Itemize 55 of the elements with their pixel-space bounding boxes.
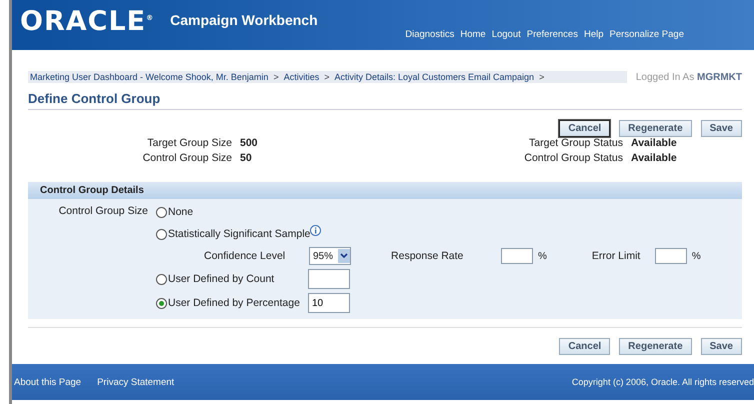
summary-value: 50: [240, 152, 253, 164]
unit-text: %: [538, 250, 547, 262]
radio-button[interactable]: [156, 298, 167, 308]
form-button[interactable]: Save: [700, 338, 742, 355]
greater-than-glyph: >: [539, 72, 544, 82]
footer-link[interactable]: About this Page: [14, 376, 82, 388]
field-label: Control Group Size: [58, 204, 149, 219]
radio-button[interactable]: [156, 274, 167, 284]
copyright-text: Copyright (c) 2006, Oracle. All rights reserved: [572, 377, 754, 387]
error-limit-field[interactable]: [654, 248, 687, 264]
option-label: Statistically Significant Sample: [168, 228, 310, 240]
form-button[interactable]: Regenerate: [619, 120, 692, 137]
app-title: Campaign Workbench: [169, 11, 318, 30]
confidence-select[interactable]: 95%: [309, 247, 352, 265]
greater-than-glyph: >: [273, 72, 279, 82]
summary-label: Target Group Size: [146, 137, 232, 149]
breadcrumb-link[interactable]: Activity Details: Loyal Customers Email Campaign: [334, 72, 534, 82]
field-label: Response Rate: [391, 250, 464, 262]
form-button[interactable]: Cancel: [559, 338, 610, 355]
global-link[interactable]: Help: [584, 29, 604, 40]
logged-in-text: Logged In As MGRMKT: [636, 72, 742, 82]
summary-label: Control Group Size: [142, 152, 232, 164]
unit-text: %: [692, 250, 701, 262]
chevron-down-icon: [340, 253, 348, 259]
field-label: Confidence Level: [204, 250, 286, 262]
summary-label: Control Group Status: [523, 152, 623, 164]
footer-link[interactable]: Privacy Statement: [97, 376, 174, 388]
summary-value: Available: [631, 137, 678, 149]
info-icon[interactable]: [310, 224, 322, 236]
radio-button[interactable]: [156, 228, 167, 240]
radio-button[interactable]: [156, 206, 167, 218]
summary-value: Available: [631, 152, 678, 164]
summary-label: Target Group Status: [528, 137, 623, 149]
greater-than-glyph: >: [324, 72, 330, 82]
breadcrumb-link[interactable]: Activities: [284, 72, 320, 82]
global-link[interactable]: Logout: [492, 29, 521, 40]
option-label: None: [168, 206, 194, 218]
form-button[interactable]: Regenerate: [619, 338, 692, 355]
option-label: User Defined by Count: [168, 273, 276, 285]
breadcrumb-link[interactable]: Marketing User Dashboard - Welcome Shook, Mr. Benjamin: [30, 72, 268, 82]
option-label: User Defined by Percentage: [168, 297, 301, 309]
form-button[interactable]: Cancel: [559, 120, 610, 137]
oracle-logo: ORACLE$^{®}$: [19, 5, 154, 39]
value-field[interactable]: [308, 269, 350, 289]
form-button[interactable]: Save: [700, 120, 742, 137]
response-rate-field[interactable]: [501, 248, 534, 264]
value-field[interactable]: 10: [308, 293, 350, 313]
field-label: Error Limit: [592, 250, 642, 262]
page-title: Define Control Group: [28, 91, 742, 110]
global-link[interactable]: Preferences: [526, 29, 578, 40]
summary-value: 500: [240, 137, 259, 149]
section-header: Control Group Details: [28, 182, 742, 199]
global-link[interactable]: Personalize Page: [610, 29, 684, 40]
global-link[interactable]: Home: [460, 29, 486, 40]
global-link[interactable]: Diagnostics: [405, 29, 454, 40]
